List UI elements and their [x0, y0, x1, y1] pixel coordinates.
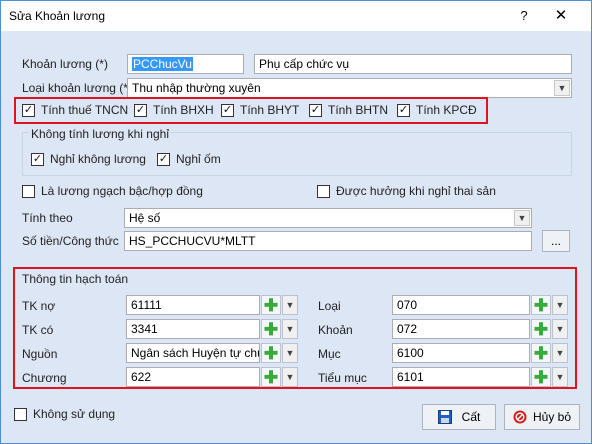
loai-label: Loại — [318, 299, 341, 313]
nghi-om-label: Nghỉ ốm — [176, 152, 221, 166]
formula-browse-button[interactable]: ... — [542, 230, 570, 252]
khong-su-dung-label: Không sử dụng — [33, 407, 116, 421]
tinh-theo-label: Tính theo — [22, 211, 73, 225]
chuong-label: Chương — [22, 371, 67, 385]
plus-icon[interactable]: ✚ — [261, 295, 281, 315]
tinh-kpcd-checkbox[interactable]: ✓ Tính KPCĐ — [397, 103, 477, 117]
loai-khoan-luong-value: Thu nhập thường xuyên — [132, 81, 261, 95]
tinh-thue-tncn-checkbox[interactable]: ✓ Tính thuế TNCN — [22, 103, 128, 117]
tinh-bhxh-label: Tính BHXH — [153, 103, 214, 117]
muc-input[interactable]: 6100 — [392, 343, 530, 363]
nghi-om-checkbox[interactable]: ✓ Nghỉ ốm — [157, 152, 221, 166]
muc-label: Mục — [318, 347, 341, 361]
tk-co-input[interactable]: 3341 — [126, 319, 260, 339]
chevron-down-icon[interactable]: ▼ — [554, 80, 570, 96]
tinh-bhtn-label: Tính BHTN — [328, 103, 389, 117]
khoan-label: Khoản — [318, 323, 353, 337]
dialog-body: Khoản lương (*) PCChucVu Phụ cấp chức vụ… — [1, 31, 591, 443]
tinh-bhyt-checkbox[interactable]: ✓ Tính BHYT — [221, 103, 299, 117]
check-icon: ✓ — [221, 103, 234, 117]
close-button[interactable]: ✕ — [541, 3, 581, 29]
cancel-circle-icon — [513, 410, 527, 424]
plus-icon[interactable]: ✚ — [531, 319, 551, 339]
la-luong-ngach-checkbox[interactable]: Là lương ngạch bậc/hợp đồng — [22, 184, 203, 198]
tinh-bhyt-label: Tính BHYT — [240, 103, 300, 117]
title-bar: Sửa Khoản lương ? ✕ — [1, 1, 591, 31]
nghi-khong-luong-label: Nghỉ không lương — [50, 152, 146, 166]
window-title: Sửa Khoản lương — [9, 9, 105, 23]
tinh-theo-value: Hệ số — [129, 211, 161, 225]
chevron-down-icon[interactable]: ▼ — [552, 295, 568, 315]
khong-su-dung-checkbox[interactable]: Không sử dụng — [14, 407, 115, 421]
khoan-luong-name-input[interactable]: Phụ cấp chức vụ — [254, 54, 572, 74]
checkbox-empty-icon — [14, 407, 27, 421]
chevron-down-icon[interactable]: ▼ — [282, 319, 298, 339]
tinh-bhxh-checkbox[interactable]: ✓ Tính BHXH — [134, 103, 214, 117]
checkbox-empty-icon — [317, 184, 330, 198]
so-tien-formula-input[interactable]: HS_PCCHUCVU*MLTT — [124, 231, 532, 251]
so-tien-label: Số tiền/Công thức — [22, 234, 119, 248]
khoan-luong-label: Khoản lương (*) — [22, 57, 108, 71]
khoan-luong-code-input[interactable]: PCChucVu — [127, 54, 244, 74]
save-label: Cất — [461, 410, 481, 424]
khoan-input[interactable]: 072 — [392, 319, 530, 339]
cancel-label: Hủy bỏ — [532, 410, 572, 424]
nghi-khong-luong-checkbox[interactable]: ✓ Nghỉ không lương — [31, 152, 146, 166]
chevron-down-icon[interactable]: ▼ — [282, 367, 298, 387]
tieu-muc-label: Tiểu mục — [318, 371, 367, 385]
plus-icon[interactable]: ✚ — [261, 319, 281, 339]
help-button[interactable]: ? — [509, 3, 539, 29]
chevron-down-icon[interactable]: ▼ — [552, 367, 568, 387]
chevron-down-icon[interactable]: ▼ — [552, 319, 568, 339]
tinh-thue-tncn-label: Tính thuế TNCN — [41, 103, 129, 117]
chevron-down-icon[interactable]: ▼ — [282, 343, 298, 363]
tieu-muc-input[interactable]: 6101 — [392, 367, 530, 387]
save-button[interactable]: Cất — [422, 404, 496, 430]
duoc-huong-thai-san-checkbox[interactable]: Được hưởng khi nghỉ thai sản — [317, 184, 496, 198]
chevron-down-icon[interactable]: ▼ — [552, 343, 568, 363]
tk-no-label: TK nợ — [22, 299, 56, 313]
tinh-theo-select[interactable]: Hệ số ▼ — [124, 208, 532, 228]
edit-salary-item-dialog: Sửa Khoản lương ? ✕ Khoản lương (*) PCCh… — [0, 0, 592, 444]
loai-input[interactable]: 070 — [392, 295, 530, 315]
plus-icon[interactable]: ✚ — [261, 343, 281, 363]
khoan-luong-code-value: PCChucVu — [132, 57, 193, 71]
duoc-huong-thai-san-label: Được hưởng khi nghỉ thai sản — [336, 184, 496, 198]
tk-no-input[interactable]: 61111 — [126, 295, 260, 315]
hach-toan-title: Thông tin hạch toán — [22, 272, 129, 286]
chevron-down-icon[interactable]: ▼ — [282, 295, 298, 315]
nguon-input[interactable]: Ngân sách Huyện tự chủ — [126, 343, 260, 363]
chevron-down-icon[interactable]: ▼ — [514, 210, 530, 226]
check-icon: ✓ — [22, 103, 35, 117]
chuong-input[interactable]: 622 — [126, 367, 260, 387]
plus-icon[interactable]: ✚ — [261, 367, 281, 387]
floppy-disk-icon — [437, 410, 452, 424]
check-icon: ✓ — [31, 152, 44, 166]
nguon-label: Nguồn — [22, 347, 58, 361]
checkbox-empty-icon — [22, 184, 35, 198]
check-icon: ✓ — [397, 103, 410, 117]
la-luong-ngach-label: Là lương ngạch bậc/hợp đồng — [41, 184, 203, 198]
check-icon: ✓ — [309, 103, 322, 117]
check-icon: ✓ — [134, 103, 147, 117]
plus-icon[interactable]: ✚ — [531, 295, 551, 315]
tk-co-label: TK có — [22, 323, 54, 337]
cancel-button[interactable]: Hủy bỏ — [504, 404, 580, 430]
plus-icon[interactable]: ✚ — [531, 343, 551, 363]
loai-khoan-luong-select[interactable]: Thu nhập thường xuyên ▼ — [127, 78, 572, 98]
check-icon: ✓ — [157, 152, 170, 166]
loai-khoan-luong-label: Loại khoản lương (*) — [22, 81, 132, 95]
khong-tinh-luong-title: Không tính lương khi nghỉ — [29, 127, 171, 141]
tinh-bhtn-checkbox[interactable]: ✓ Tính BHTN — [309, 103, 388, 117]
tinh-kpcd-label: Tính KPCĐ — [416, 103, 477, 117]
plus-icon[interactable]: ✚ — [531, 367, 551, 387]
